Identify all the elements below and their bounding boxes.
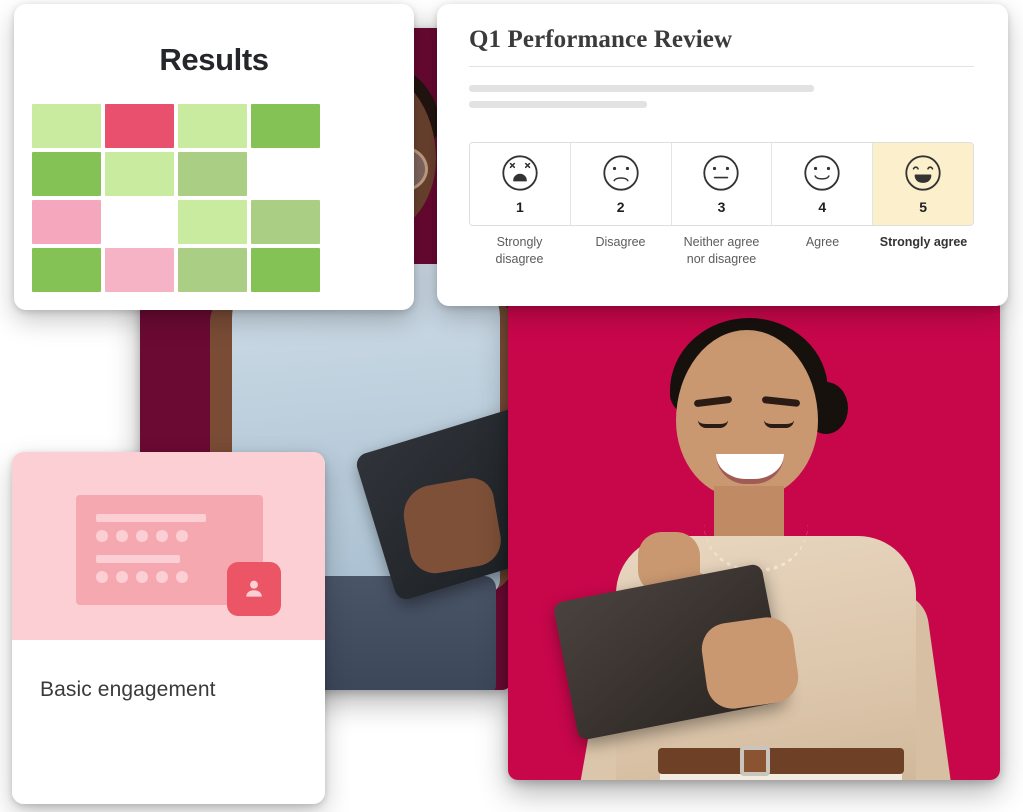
results-title: Results <box>159 42 269 77</box>
heatmap-cell <box>105 104 174 148</box>
rating-option-label: Disagree <box>595 235 646 249</box>
results-card: Results <box>14 4 414 310</box>
answer-option-dot <box>96 530 108 542</box>
review-divider <box>469 66 974 67</box>
answer-options-row-2 <box>96 571 188 583</box>
review-title: Q1 Performance Review <box>469 26 733 53</box>
engagement-card-body: Basic engagement <box>12 640 325 804</box>
face-neutral-icon <box>702 154 740 192</box>
subject-right-eye <box>764 420 794 428</box>
subject-hand <box>399 474 505 578</box>
rating-option-number: 5 <box>919 198 927 215</box>
face-sad-icon <box>602 154 640 192</box>
rating-option-label: Strongly agree <box>879 235 968 249</box>
heatmap-cell <box>105 152 174 196</box>
face-happy-icon <box>803 154 841 192</box>
heatmap-cell <box>105 248 174 292</box>
face-very-sad-icon <box>501 154 539 192</box>
collage-stage: Results Q1 Performance Review 1 2 3 4 5 Stro… <box>0 0 1023 812</box>
belt-buckle <box>740 746 770 776</box>
rating-option-1[interactable]: 1 <box>470 143 571 225</box>
person-icon <box>227 562 281 616</box>
rating-option-number: 2 <box>616 198 625 215</box>
answer-option-dot <box>156 530 168 542</box>
rating-option-number: 4 <box>818 198 827 215</box>
answer-option-dot <box>96 571 108 583</box>
basic-engagement-card[interactable]: Basic engagement <box>12 452 325 804</box>
answer-option-dot <box>176 530 188 542</box>
heatmap-cell <box>251 200 320 244</box>
rating-option-number: 1 <box>516 198 524 215</box>
rating-option-label: Neither agree nor disagree <box>683 235 760 266</box>
heatmap-cell <box>178 104 247 148</box>
subject-left-eye <box>698 420 728 428</box>
rating-option-label: Agree <box>805 235 840 249</box>
rating-option-3[interactable]: 3 <box>671 143 773 225</box>
heatmap-cell <box>32 104 101 148</box>
answer-options-row-1 <box>96 530 188 542</box>
heatmap-cell <box>251 248 320 292</box>
heatmap-cell <box>251 104 320 148</box>
rating-option-2[interactable]: 2 <box>570 143 672 225</box>
face-very-happy-icon <box>904 154 942 192</box>
engagement-illustration <box>12 452 325 640</box>
subject-hand <box>698 614 802 712</box>
description-placeholder-line-1 <box>469 85 814 92</box>
heatmap-cell <box>32 200 101 244</box>
photo-woman-beige-top <box>508 296 1000 780</box>
heatmap-cell <box>32 248 101 292</box>
rating-option-5[interactable]: 5 <box>873 143 973 225</box>
photo-right-subject <box>508 296 1000 780</box>
heatmap-cell <box>105 200 174 244</box>
engagement-title: Basic engagement <box>40 678 216 701</box>
answer-option-dot <box>116 530 128 542</box>
heatmap-cell <box>32 152 101 196</box>
subject-belt <box>658 748 904 774</box>
rating-scale[interactable]: 1 2 3 4 5 <box>469 142 974 226</box>
answer-option-dot <box>116 571 128 583</box>
rating-scale-labels: Strongly disagree Disagree Neither agree n… <box>469 234 974 268</box>
description-placeholder-line-2 <box>469 101 647 108</box>
heatmap-cell <box>251 152 320 196</box>
performance-review-card: Q1 Performance Review 1 2 3 4 5 Strongly dis… <box>437 4 1008 306</box>
answer-option-dot <box>136 530 148 542</box>
rating-option-number: 3 <box>717 198 726 215</box>
rating-option-label: Strongly disagree <box>495 235 544 266</box>
question-line-1 <box>96 514 206 522</box>
results-heatmap-grid <box>32 104 414 292</box>
heatmap-cell <box>178 152 247 196</box>
answer-option-dot <box>176 571 188 583</box>
answer-option-dot <box>136 571 148 583</box>
answer-option-dot <box>156 571 168 583</box>
question-line-2 <box>96 555 180 563</box>
rating-option-4[interactable]: 4 <box>772 143 874 225</box>
heatmap-cell <box>178 200 247 244</box>
heatmap-cell <box>178 248 247 292</box>
